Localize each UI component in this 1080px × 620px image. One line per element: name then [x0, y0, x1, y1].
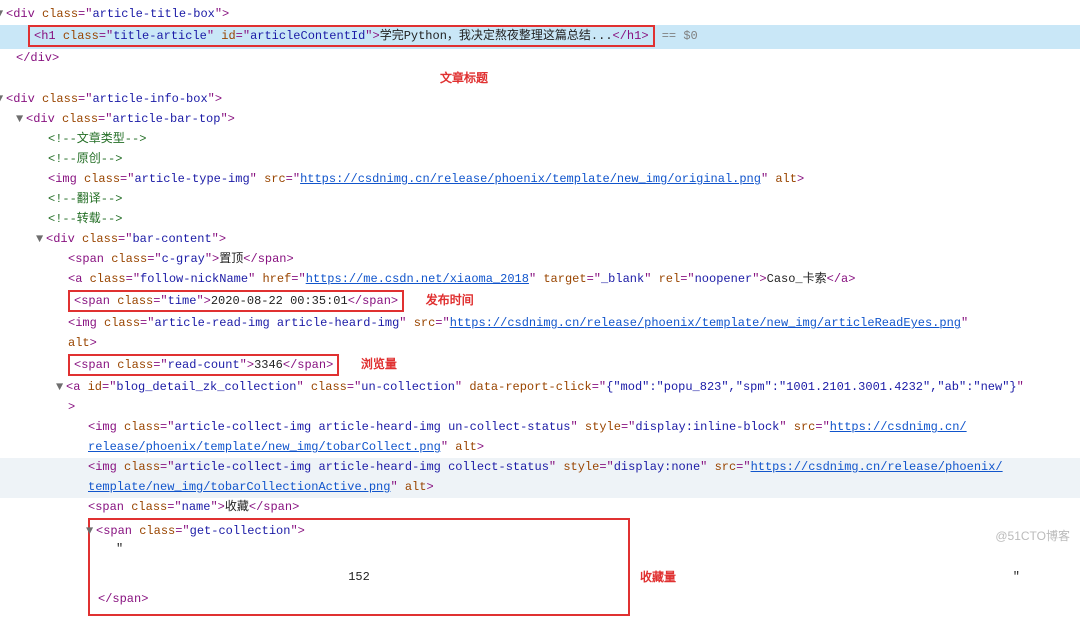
- dom-line[interactable]: ▼<div class="article-bar-top">: [0, 110, 1080, 130]
- link[interactable]: template/new_img/tobarCollectionActive.p…: [88, 480, 390, 494]
- selected-pseudo: == $0: [655, 29, 698, 43]
- dom-line[interactable]: <!--转载-->: [0, 210, 1080, 230]
- dom-line[interactable]: <img class="article-read-img article-hea…: [0, 314, 1080, 334]
- label-publish-time: 发布时间: [426, 291, 474, 309]
- dom-line[interactable]: <img class="article-type-img" src="https…: [0, 170, 1080, 190]
- expand-icon[interactable]: ▼: [36, 230, 46, 248]
- dom-line[interactable]: <span class="name">收藏</span>: [0, 498, 1080, 518]
- highlight-box-time: <span class="time">2020-08-22 00:35:01</…: [68, 290, 404, 312]
- expand-icon[interactable]: ▼: [56, 378, 66, 396]
- dom-line[interactable]: ▼<div class="article-title-box">: [0, 5, 1080, 25]
- link[interactable]: https://me.csdn.net/xiaoma_2018: [306, 272, 529, 286]
- link[interactable]: release/phoenix/template/new_img/tobarCo…: [88, 440, 441, 454]
- highlight-box-collection: ▼<span class="get-collection"> " 152 </s…: [88, 518, 630, 616]
- label-views: 浏览量: [361, 355, 397, 373]
- dom-line[interactable]: template/new_img/tobarCollectionActive.p…: [0, 478, 1080, 498]
- dom-line[interactable]: release/phoenix/template/new_img/tobarCo…: [0, 438, 1080, 458]
- link[interactable]: https://csdnimg.cn/: [830, 420, 967, 434]
- link[interactable]: https://csdnimg.cn/release/phoenix/templ…: [300, 172, 761, 186]
- dom-line[interactable]: <img class="article-collect-img article-…: [0, 418, 1080, 438]
- dom-line[interactable]: alt>: [0, 334, 1080, 354]
- link[interactable]: https://csdnimg.cn/release/phoenix/: [751, 460, 1003, 474]
- highlight-box-readcount: <span class="read-count">3346</span>: [68, 354, 339, 376]
- dom-line[interactable]: <img class="article-collect-img article-…: [0, 458, 1080, 478]
- dom-line[interactable]: </div>: [0, 49, 1080, 69]
- dom-line-selected[interactable]: <h1 class="title-article" id="articleCon…: [0, 25, 1080, 49]
- dom-line[interactable]: <span class="c-gray">置顶</span>: [0, 250, 1080, 270]
- dom-line[interactable]: ▼<div class="bar-content">: [0, 230, 1080, 250]
- link[interactable]: https://csdnimg.cn/release/phoenix/templ…: [450, 316, 961, 330]
- annotation-row: 文章标题: [0, 69, 1080, 90]
- dom-line[interactable]: >: [0, 398, 1080, 418]
- dom-line[interactable]: ▼<div class="article-info-box">: [0, 90, 1080, 110]
- expand-icon[interactable]: ▼: [16, 110, 26, 128]
- collection-count-value: 152: [348, 570, 370, 584]
- highlight-box-title: <h1 class="title-article" id="articleCon…: [28, 25, 655, 47]
- dom-line[interactable]: <a class="follow-nickName" href="https:/…: [0, 270, 1080, 290]
- dom-line[interactable]: <!--文章类型-->: [0, 130, 1080, 150]
- dom-line[interactable]: <span class="read-count">3346</span> 浏览量: [0, 354, 1080, 378]
- dom-line[interactable]: <!--翻译-->: [0, 190, 1080, 210]
- expand-icon[interactable]: ▼: [86, 522, 96, 540]
- dom-line[interactable]: ▼<a id="blog_detail_zk_collection" class…: [0, 378, 1080, 398]
- label-favorites: 收藏量: [640, 568, 676, 586]
- watermark: @51CTO博客: [995, 527, 1070, 545]
- dom-line[interactable]: <!--原创-->: [0, 150, 1080, 170]
- label-article-title: 文章标题: [440, 69, 488, 87]
- dom-line[interactable]: <span class="time">2020-08-22 00:35:01</…: [0, 290, 1080, 314]
